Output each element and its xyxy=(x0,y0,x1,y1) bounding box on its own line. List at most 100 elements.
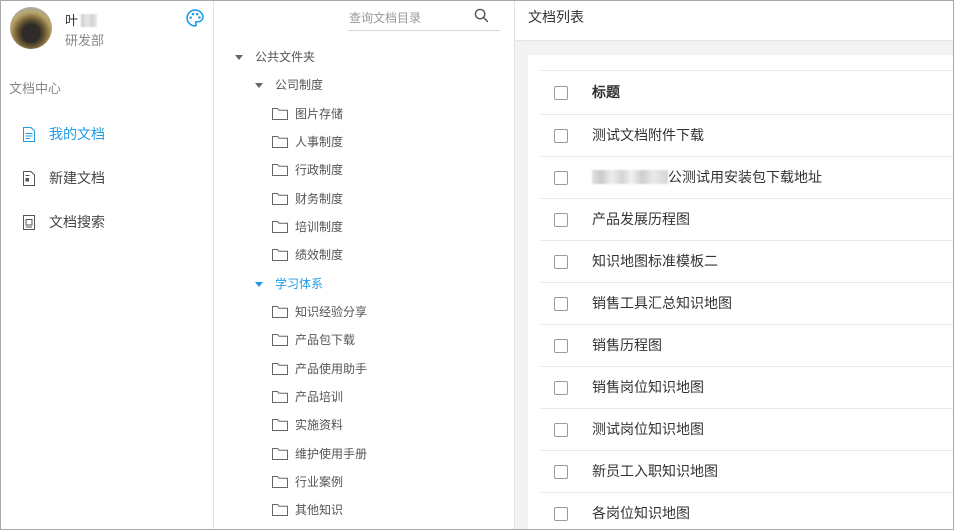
folder-icon xyxy=(272,248,288,262)
folder-icon xyxy=(272,390,288,404)
tree-folder-label: 绩效制度 xyxy=(295,248,344,263)
folder-icon xyxy=(272,418,288,432)
directory-panel: 公共文件夹 公司制度 图片存储 人事制度 行政制度 财务制度 xyxy=(214,1,515,529)
tree-folder[interactable]: 其他知识 xyxy=(214,496,514,524)
document-list-panel: 文档列表 标题 测试文档附件下载 公测试用安装包下载地址 产品发展历程图 知识地… xyxy=(515,1,953,529)
tree-node-public-folder[interactable]: 公共文件夹 xyxy=(214,43,514,71)
tree-folder-label: 其他知识 xyxy=(295,503,344,518)
avatar[interactable] xyxy=(10,7,52,49)
table-row[interactable]: 销售岗位知识地图 xyxy=(541,366,953,408)
row-checkbox[interactable] xyxy=(554,464,568,479)
main-header: 文档列表 xyxy=(515,1,953,41)
document-title[interactable]: 产品发展历程图 xyxy=(592,199,690,240)
tree-folder[interactable]: 财务制度 xyxy=(214,185,514,213)
document-title-cell[interactable]: 公测试用安装包下载地址 xyxy=(592,157,822,198)
folder-icon xyxy=(272,163,288,177)
tree-folder[interactable]: 人事制度 xyxy=(214,128,514,156)
tree-folder[interactable]: 绩效制度 xyxy=(214,241,514,269)
tree-folder-label: 财务制度 xyxy=(295,191,344,206)
tree-folder[interactable]: 行业案例 xyxy=(214,468,514,496)
table-row[interactable]: 公测试用安装包下载地址 xyxy=(541,156,953,198)
tree-folder[interactable]: 产品使用助手 xyxy=(214,355,514,383)
tree-folder[interactable]: 实施资料 xyxy=(214,411,514,439)
sidebar: 叶 研发部 文档中心 我的文档 新建文档 文档搜索 xyxy=(1,1,214,529)
row-checkbox[interactable] xyxy=(554,170,568,185)
row-checkbox[interactable] xyxy=(554,422,568,437)
document-search-icon xyxy=(22,215,36,230)
app-window: 叶 研发部 文档中心 我的文档 新建文档 文档搜索 查询文档目录 公共文件夹 公… xyxy=(0,0,954,530)
column-header-title: 标题 xyxy=(592,84,620,100)
redacted-name xyxy=(81,14,98,27)
document-title[interactable]: 销售岗位知识地图 xyxy=(592,367,704,408)
table-row[interactable]: 产品发展历程图 xyxy=(541,198,953,240)
tree-folder-label: 产品培训 xyxy=(295,389,344,404)
document-title[interactable]: 知识地图标准模板二 xyxy=(592,241,718,282)
folder-icon xyxy=(272,135,288,149)
tree-folder-label: 维护使用手册 xyxy=(295,446,368,461)
select-all-checkbox[interactable] xyxy=(554,85,568,100)
table-row[interactable]: 销售工具汇总知识地图 xyxy=(541,282,953,324)
folder-icon xyxy=(272,447,288,461)
new-document-icon xyxy=(22,171,36,186)
row-checkbox[interactable] xyxy=(554,296,568,311)
tree-folder[interactable]: 产品包下载 xyxy=(214,326,514,354)
row-checkbox[interactable] xyxy=(554,338,568,353)
document-title[interactable]: 公测试用安装包下载地址 xyxy=(668,169,822,185)
caret-down-icon[interactable] xyxy=(255,83,263,89)
sidebar-item-new-document[interactable]: 新建文档 xyxy=(1,156,213,200)
document-table: 标题 测试文档附件下载 公测试用安装包下载地址 产品发展历程图 知识地图标准模板… xyxy=(541,70,953,529)
table-row[interactable]: 测试岗位知识地图 xyxy=(541,408,953,450)
tree-node-label: 学习体系 xyxy=(275,276,324,291)
row-checkbox[interactable] xyxy=(554,380,568,395)
table-row[interactable]: 各岗位知识地图 xyxy=(541,492,953,529)
document-title[interactable]: 销售历程图 xyxy=(592,325,662,366)
tree-node-company-policy[interactable]: 公司制度 xyxy=(214,71,514,99)
palette-icon[interactable] xyxy=(185,8,205,28)
table-row[interactable]: 新员工入职知识地图 xyxy=(541,450,953,492)
tree-folder-label: 知识经验分享 xyxy=(295,304,368,319)
my-documents-icon xyxy=(22,127,36,142)
tree-folder[interactable]: 培训制度 xyxy=(214,213,514,241)
folder-icon xyxy=(272,503,288,517)
caret-down-icon[interactable] xyxy=(235,55,243,60)
document-list-card: 标题 测试文档附件下载 公测试用安装包下载地址 产品发展历程图 知识地图标准模板… xyxy=(528,55,953,529)
row-checkbox[interactable] xyxy=(554,212,568,227)
document-title[interactable]: 测试岗位知识地图 xyxy=(592,409,704,450)
document-title[interactable]: 新员工入职知识地图 xyxy=(592,451,718,492)
sidebar-item-document-search[interactable]: 文档搜索 xyxy=(1,200,213,244)
folder-icon xyxy=(272,192,288,206)
tree-folder-label: 行政制度 xyxy=(295,163,344,178)
tree-folder[interactable]: 产品培训 xyxy=(214,383,514,411)
tree-folder-label: 产品使用助手 xyxy=(295,361,368,376)
tree-folder-label: 实施资料 xyxy=(295,418,344,433)
sidebar-item-label: 文档搜索 xyxy=(49,214,105,230)
row-checkbox[interactable] xyxy=(554,128,568,143)
redacted-text xyxy=(592,170,668,184)
sidebar-nav: 我的文档 新建文档 文档搜索 xyxy=(1,112,213,244)
folder-icon xyxy=(272,475,288,489)
document-title[interactable]: 销售工具汇总知识地图 xyxy=(592,283,732,324)
table-row[interactable]: 知识地图标准模板二 xyxy=(541,240,953,282)
sidebar-item-my-documents[interactable]: 我的文档 xyxy=(1,112,213,156)
table-row[interactable]: 测试文档附件下载 xyxy=(541,114,953,156)
page-title: 文档列表 xyxy=(528,9,584,25)
row-checkbox[interactable] xyxy=(554,506,568,521)
table-header-row: 标题 xyxy=(541,70,953,114)
tree-folder[interactable]: 图片存储 xyxy=(214,100,514,128)
caret-down-icon[interactable] xyxy=(255,281,263,287)
tree-folder[interactable]: 知识经验分享 xyxy=(214,298,514,326)
document-title[interactable]: 测试文档附件下载 xyxy=(592,115,704,156)
tree-folder[interactable]: 维护使用手册 xyxy=(214,440,514,468)
table-row[interactable]: 销售历程图 xyxy=(541,324,953,366)
tree-folder-label: 图片存储 xyxy=(295,106,344,121)
tree-folder-label: 培训制度 xyxy=(295,219,344,234)
tree-folder[interactable]: 行政制度 xyxy=(214,156,514,184)
tree-node-label: 公司制度 xyxy=(275,78,324,93)
search-icon[interactable] xyxy=(474,8,489,23)
row-checkbox[interactable] xyxy=(554,254,568,269)
document-title[interactable]: 各岗位知识地图 xyxy=(592,493,690,529)
tree-node-learning-system[interactable]: 学习体系 xyxy=(214,270,514,298)
directory-tree: 公共文件夹 公司制度 图片存储 人事制度 行政制度 财务制度 培训制度 绩效制度… xyxy=(214,43,514,525)
folder-icon xyxy=(272,305,288,319)
tree-folder-label: 人事制度 xyxy=(295,134,344,149)
